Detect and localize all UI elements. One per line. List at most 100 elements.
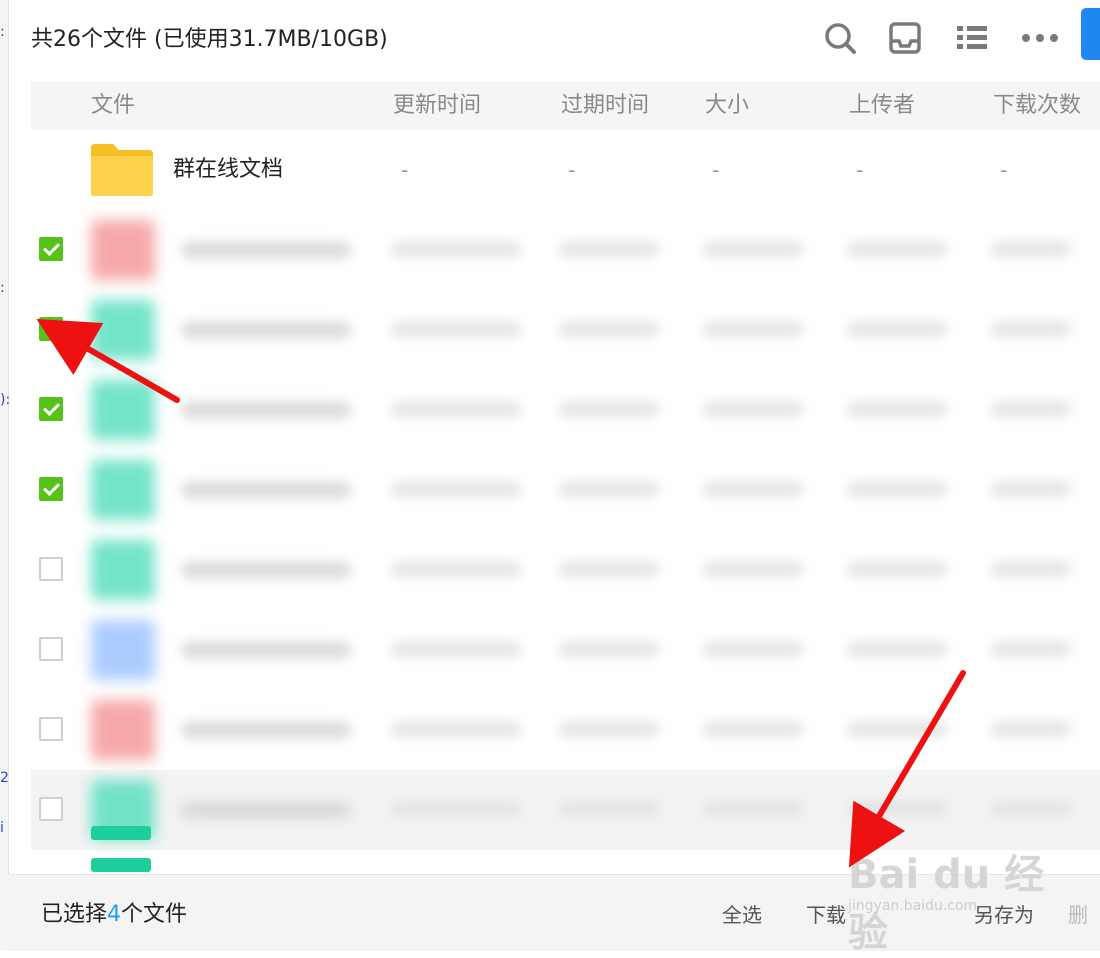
column-updated[interactable]: 更新时间 — [393, 82, 481, 130]
row-checkbox[interactable] — [39, 237, 63, 261]
blurred-cell — [991, 322, 1071, 336]
table-row[interactable] — [31, 210, 1100, 290]
blurred-cell — [991, 802, 1071, 816]
file-type-icon — [91, 220, 155, 280]
blurred-file-name — [181, 482, 351, 498]
blurred-cell — [703, 802, 803, 816]
file-summary-title: 共26个文件 (已使用31.7MB/10GB) — [31, 27, 388, 52]
inbox-button[interactable] — [883, 16, 927, 60]
blurred-cell — [703, 562, 803, 576]
blurred-cell — [391, 242, 521, 256]
blurred-cell — [559, 242, 659, 256]
blurred-file-name — [181, 802, 351, 818]
blurred-cell — [847, 562, 947, 576]
row-checkbox[interactable] — [39, 397, 63, 421]
blurred-cell — [703, 402, 803, 416]
primary-action-button[interactable] — [1081, 8, 1100, 60]
blurred-cell — [847, 722, 947, 736]
blurred-cell — [391, 802, 521, 816]
left-strip-char: ): — [0, 392, 11, 408]
folder-uploader: - — [856, 158, 864, 182]
folder-size: - — [712, 158, 720, 182]
blurred-cell — [847, 482, 947, 496]
blurred-cell — [703, 322, 803, 336]
blurred-cell — [559, 402, 659, 416]
table-row[interactable] — [31, 610, 1100, 690]
inbox-icon — [889, 22, 921, 54]
folder-downloads: - — [1000, 158, 1008, 182]
blurred-cell — [991, 482, 1071, 496]
blurred-cell — [559, 802, 659, 816]
list-view-button[interactable] — [950, 16, 994, 60]
list-view-icon — [957, 26, 987, 49]
blurred-cell — [991, 722, 1071, 736]
blurred-cell — [991, 562, 1071, 576]
select-all-button[interactable]: 全选 — [722, 875, 762, 955]
blurred-file-name — [181, 642, 351, 658]
blurred-cell — [391, 402, 521, 416]
blurred-cell — [703, 242, 803, 256]
row-checkbox[interactable] — [39, 477, 63, 501]
blurred-cell — [391, 722, 521, 736]
file-type-icon — [91, 620, 155, 680]
table-row[interactable] — [31, 690, 1100, 770]
blurred-cell — [391, 642, 521, 656]
table-row[interactable] — [31, 530, 1100, 610]
left-strip-char: i — [0, 820, 4, 836]
blurred-cell — [847, 322, 947, 336]
folder-row[interactable]: 群在线文档 - - - - - — [31, 130, 1100, 210]
folder-icon — [91, 144, 153, 196]
column-size[interactable]: 大小 — [705, 82, 749, 130]
left-strip-char: : — [0, 24, 5, 40]
baidu-watermark: Bai du 经验 jingyan.baidu.com — [848, 834, 1048, 956]
column-uploader[interactable]: 上传者 — [849, 82, 915, 130]
file-icon-edge — [91, 858, 151, 872]
file-type-icon — [91, 300, 155, 360]
folder-updated: - — [401, 158, 409, 182]
row-checkbox[interactable] — [39, 637, 63, 661]
row-checkbox[interactable] — [39, 317, 63, 341]
left-strip-char: : — [0, 280, 5, 296]
selected-count-number: 4 — [107, 902, 122, 927]
column-downloads[interactable]: 下载次数 — [993, 82, 1081, 130]
file-type-icon — [91, 540, 155, 600]
blurred-cell — [847, 402, 947, 416]
blurred-cell — [703, 722, 803, 736]
more-button[interactable] — [1018, 16, 1062, 60]
blurred-cell — [391, 562, 521, 576]
blurred-cell — [391, 482, 521, 496]
blurred-cell — [559, 482, 659, 496]
row-checkbox[interactable] — [39, 557, 63, 581]
file-type-icon — [91, 460, 155, 520]
search-button[interactable] — [818, 16, 862, 60]
table-row[interactable] — [31, 290, 1100, 370]
column-expires[interactable]: 过期时间 — [561, 82, 649, 130]
file-type-icon — [91, 700, 155, 760]
row-checkbox[interactable] — [39, 797, 63, 821]
blurred-file-name — [181, 562, 351, 578]
blurred-cell — [847, 242, 947, 256]
blurred-cell — [847, 802, 947, 816]
table-row[interactable] — [31, 450, 1100, 530]
blurred-cell — [991, 642, 1071, 656]
blurred-cell — [847, 642, 947, 656]
folder-name: 群在线文档 — [173, 157, 284, 182]
table-row[interactable] — [31, 370, 1100, 450]
blurred-cell — [703, 642, 803, 656]
download-button[interactable]: 下载 — [806, 875, 846, 955]
watermark-url: jingyan.baidu.com — [848, 898, 978, 914]
blurred-file-name — [181, 402, 351, 418]
blurred-file-name — [181, 322, 351, 338]
more-icon — [1022, 34, 1058, 42]
row-checkbox[interactable] — [39, 717, 63, 741]
blurred-file-name — [181, 722, 351, 738]
blurred-cell — [991, 402, 1071, 416]
file-icon-edge — [91, 826, 151, 840]
delete-button[interactable]: 删 — [1068, 875, 1088, 955]
search-icon — [825, 23, 856, 54]
blurred-cell — [391, 322, 521, 336]
column-file[interactable]: 文件 — [91, 82, 135, 130]
selection-count: 已选择4个文件 — [41, 902, 188, 927]
blurred-cell — [559, 642, 659, 656]
file-type-icon — [91, 380, 155, 440]
